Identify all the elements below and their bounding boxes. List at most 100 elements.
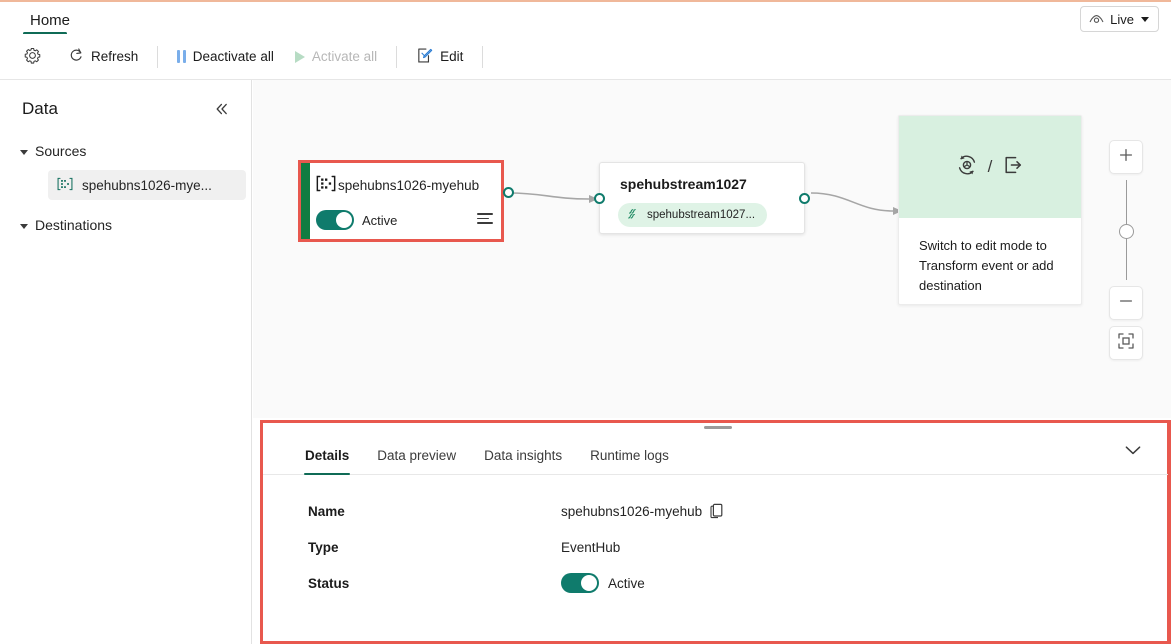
more-lines-icon[interactable] bbox=[477, 213, 493, 224]
zoom-out-button[interactable] bbox=[1109, 286, 1143, 320]
command-separator bbox=[396, 45, 398, 68]
command-separator bbox=[157, 45, 159, 68]
fit-to-screen-button[interactable] bbox=[1109, 326, 1143, 360]
tab-data-insights[interactable]: Data insights bbox=[470, 436, 576, 474]
source-node-body: spehubns1026-myehub Active bbox=[310, 163, 501, 239]
refresh-icon bbox=[68, 47, 84, 66]
eventstream-icon bbox=[626, 207, 640, 224]
sidebar-item-source-label: spehubns1026-mye... bbox=[82, 177, 212, 193]
plus-icon bbox=[1118, 147, 1134, 168]
sidebar-tree: Sources spehubns1026-mye... Destinations bbox=[0, 136, 252, 240]
toggle-knob bbox=[336, 212, 352, 228]
source-node[interactable]: spehubns1026-myehub Active bbox=[298, 160, 504, 242]
transform-icon bbox=[955, 153, 979, 182]
chevron-down-icon bbox=[1124, 443, 1142, 461]
sidebar-group-destinations-label: Destinations bbox=[35, 217, 113, 233]
detail-value-type: EventHub bbox=[561, 539, 621, 555]
minus-icon bbox=[1118, 293, 1134, 314]
command-bar: Refresh Deactivate all Activate all Edit bbox=[0, 34, 1171, 80]
deactivate-all-button[interactable]: Deactivate all bbox=[167, 42, 284, 72]
detail-label-name: Name bbox=[308, 503, 345, 519]
live-mode-label: Live bbox=[1110, 11, 1134, 27]
chevron-down-icon bbox=[20, 223, 28, 229]
zoom-slider-handle[interactable] bbox=[1119, 224, 1134, 239]
detail-row-type: Type EventHub bbox=[263, 529, 1168, 565]
tab-strip: Home Live bbox=[0, 0, 1171, 35]
sidebar-group-sources-label: Sources bbox=[35, 143, 87, 159]
tab-home-label: Home bbox=[30, 11, 71, 29]
tab-data-preview[interactable]: Data preview bbox=[363, 436, 470, 474]
detail-row-status: Status Active bbox=[263, 565, 1168, 601]
live-mode-button[interactable]: Live bbox=[1080, 6, 1159, 32]
export-arrow-icon bbox=[1001, 153, 1025, 182]
eventstream-node-pill[interactable]: spehubstream1027... bbox=[618, 203, 768, 227]
play-icon bbox=[294, 50, 305, 63]
chevron-down-icon bbox=[1141, 16, 1149, 22]
source-node-status-label: Active bbox=[362, 212, 398, 228]
toggle-knob bbox=[581, 575, 597, 591]
details-tab-list: Details Data preview Data insights Runti… bbox=[263, 433, 1168, 475]
source-node-output-port[interactable] bbox=[503, 187, 514, 198]
eventstream-node-title: spehubstream1027 bbox=[620, 176, 747, 192]
edit-pencil-icon bbox=[416, 47, 433, 67]
command-separator bbox=[482, 45, 484, 68]
edit-mode-hint-text: Switch to edit mode to Transform event o… bbox=[919, 238, 1054, 293]
collapse-details-panel-button[interactable] bbox=[1120, 439, 1146, 465]
zoom-slider[interactable] bbox=[1109, 180, 1143, 280]
zoom-in-button[interactable] bbox=[1109, 140, 1143, 174]
tab-runtime-logs-label: Runtime logs bbox=[590, 447, 669, 463]
eventstream-node-output-port[interactable] bbox=[799, 193, 810, 204]
deactivate-all-label: Deactivate all bbox=[192, 49, 274, 64]
tab-details[interactable]: Details bbox=[291, 436, 363, 475]
eye-icon bbox=[1089, 13, 1104, 25]
activate-all-button[interactable]: Activate all bbox=[284, 42, 387, 72]
details-rows: Name spehubns1026-myehub Type EventHub S bbox=[263, 493, 1168, 601]
icon-separator: / bbox=[987, 157, 993, 176]
source-node-accent-bar bbox=[301, 163, 310, 239]
detail-value-name-text: spehubns1026-myehub bbox=[561, 503, 703, 519]
data-sidebar: Data Sources spehubns1026-mye... Destina… bbox=[0, 80, 252, 644]
eventstream-node-input-port[interactable] bbox=[594, 193, 605, 204]
source-node-title: spehubns1026-myehub bbox=[338, 178, 480, 193]
gear-icon bbox=[24, 47, 41, 67]
detail-value-name: spehubns1026-myehub bbox=[561, 503, 725, 519]
sidebar-group-destinations[interactable]: Destinations bbox=[0, 210, 252, 240]
edit-label: Edit bbox=[440, 49, 464, 64]
tab-details-label: Details bbox=[305, 447, 350, 463]
source-node-toggle[interactable] bbox=[316, 210, 354, 230]
detail-value-status: Active bbox=[561, 573, 645, 593]
sidebar-title: Data bbox=[22, 99, 58, 118]
app-root: Home Live Refresh Deactivate all Activat… bbox=[0, 0, 1171, 644]
detail-label-type: Type bbox=[308, 539, 339, 555]
source-node-status: Active bbox=[316, 210, 397, 230]
status-toggle[interactable] bbox=[561, 573, 599, 593]
detail-row-name: Name spehubns1026-myehub bbox=[263, 493, 1168, 529]
edit-mode-hint-card[interactable]: / Switch to edit mode to Transform event… bbox=[898, 115, 1082, 305]
chevron-double-left-icon[interactable] bbox=[210, 97, 234, 121]
settings-button[interactable] bbox=[14, 42, 58, 72]
eventstream-node-pill-label: spehubstream1027... bbox=[647, 209, 756, 221]
refresh-label: Refresh bbox=[91, 49, 139, 64]
refresh-button[interactable]: Refresh bbox=[58, 42, 148, 72]
eventstream-canvas[interactable]: spehubns1026-myehub Active spehubstream1… bbox=[253, 80, 1171, 418]
tab-data-preview-label: Data preview bbox=[377, 447, 457, 463]
sidebar-group-sources[interactable]: Sources bbox=[0, 136, 252, 166]
detail-label-status: Status bbox=[308, 575, 350, 591]
activate-all-label: Activate all bbox=[311, 49, 378, 64]
tab-data-insights-label: Data insights bbox=[484, 447, 563, 463]
edit-button[interactable]: Edit bbox=[406, 42, 473, 72]
eventhub-icon bbox=[316, 175, 336, 197]
eventstream-node[interactable]: spehubstream1027 spehubstream1027... bbox=[599, 162, 805, 234]
copy-icon[interactable] bbox=[710, 503, 725, 519]
eventhub-icon bbox=[57, 177, 73, 194]
panel-resize-handle[interactable] bbox=[704, 426, 732, 429]
fit-screen-icon bbox=[1117, 332, 1135, 355]
sidebar-header: Data bbox=[0, 94, 252, 124]
detail-value-status-text: Active bbox=[608, 575, 645, 591]
sidebar-item-source-eventhub[interactable]: spehubns1026-mye... bbox=[48, 170, 246, 200]
details-panel: Details Data preview Data insights Runti… bbox=[260, 420, 1171, 644]
pause-icon bbox=[177, 50, 186, 63]
edit-mode-hint-icons: / bbox=[899, 116, 1081, 218]
tab-runtime-logs[interactable]: Runtime logs bbox=[576, 436, 683, 474]
zoom-controls bbox=[1109, 140, 1143, 360]
